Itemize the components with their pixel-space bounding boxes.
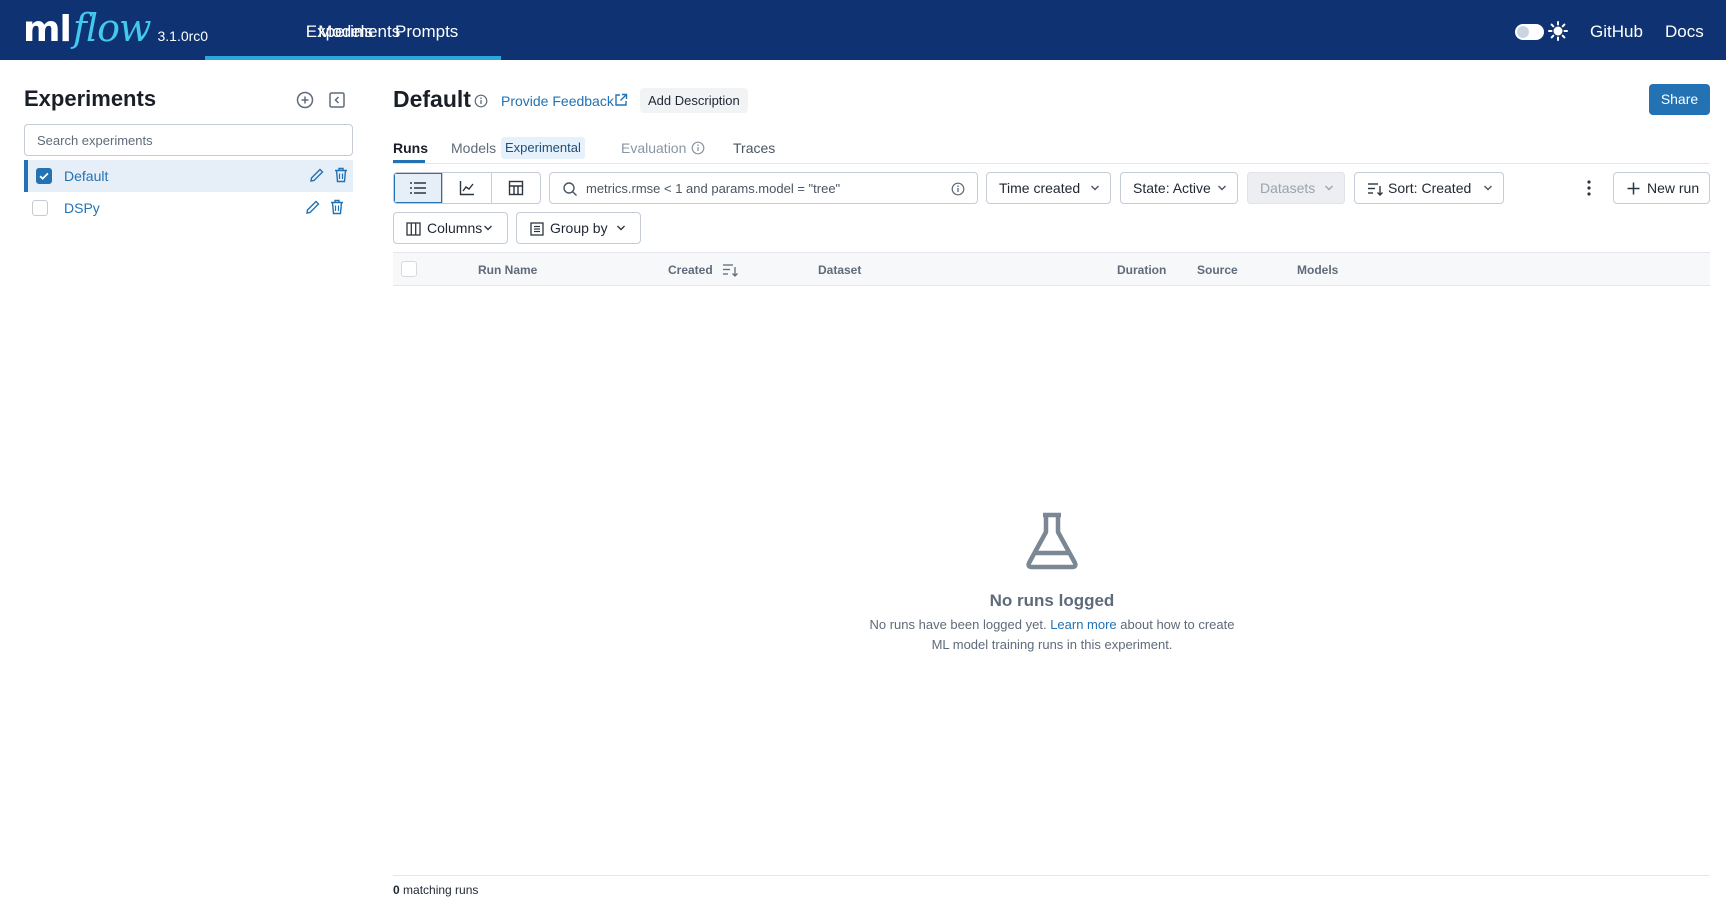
group-by-label: Group by (550, 220, 608, 236)
logo-flow-text: flow (72, 6, 152, 50)
empty-state-title: No runs logged (989, 591, 1115, 610)
list-icon (410, 182, 426, 194)
search-icon (563, 182, 577, 196)
line-chart-icon (459, 181, 474, 196)
chart-view-button[interactable] (443, 173, 492, 203)
sidebar-item-label: Default (64, 168, 109, 184)
column-source[interactable]: Source (1197, 263, 1238, 277)
tabs-divider (393, 163, 1710, 164)
tab-runs[interactable]: Runs (393, 140, 428, 156)
run-search-box (549, 172, 978, 204)
time-created-label: Time created (999, 180, 1081, 196)
sidebar-title: Experiments (24, 86, 157, 111)
add-circle-icon[interactable] (295, 90, 315, 110)
edit-pencil-icon[interactable] (308, 166, 326, 184)
tab-traces[interactable]: Traces (733, 140, 775, 156)
share-button[interactable]: Share (1649, 84, 1710, 115)
sun-icon[interactable] (1548, 21, 1568, 41)
datasets-label: Datasets (1260, 180, 1316, 196)
beaker-icon (1026, 512, 1078, 570)
tab-models[interactable]: Models (451, 140, 496, 156)
sidebar-item-dspy[interactable]: DSPy (24, 192, 353, 224)
table-view-button[interactable] (492, 173, 540, 203)
default-checkbox[interactable] (36, 168, 52, 184)
theme-toggle[interactable] (1515, 24, 1544, 40)
docs-link[interactable]: Docs (1665, 0, 1704, 60)
external-link-icon[interactable] (613, 92, 629, 108)
check-icon (39, 172, 49, 180)
column-created[interactable]: Created (668, 263, 713, 277)
sort-icon (1368, 183, 1383, 196)
time-created-dropdown[interactable]: Time created (986, 172, 1111, 204)
tab-evaluation: Evaluation (621, 140, 687, 156)
chevron-down-icon (1218, 185, 1226, 191)
chevron-down-icon (617, 225, 625, 231)
group-by-button[interactable]: Group by (516, 212, 641, 244)
columns-icon (406, 222, 421, 236)
logo-ml-text: ml (23, 9, 72, 50)
trash-icon[interactable] (332, 166, 350, 184)
page-title: Default (393, 86, 471, 112)
match-count-number: 0 (393, 883, 400, 897)
sort-descending-icon[interactable] (722, 263, 738, 277)
new-run-button[interactable]: New run (1613, 172, 1710, 204)
sort-label: Sort: Created (1388, 180, 1472, 196)
provide-feedback-link[interactable]: Provide Feedback (501, 93, 614, 109)
plus-icon (1627, 182, 1640, 195)
experimental-tag: Experimental (501, 137, 585, 159)
chevron-down-icon (1325, 185, 1333, 191)
info-icon[interactable] (474, 94, 488, 108)
sort-dropdown[interactable]: Sort: Created (1354, 172, 1504, 204)
empty-desc-before: No runs have been logged yet. (869, 617, 1047, 632)
evaluation-info-icon[interactable] (691, 141, 705, 155)
column-duration[interactable]: Duration (1117, 263, 1166, 277)
matching-runs-count: 0 matching runs (393, 883, 478, 897)
trash-icon[interactable] (328, 198, 346, 216)
empty-state-description: No runs have been logged yet. Learn more… (860, 615, 1244, 655)
datasets-dropdown: Datasets (1247, 172, 1345, 204)
nav-models[interactable]: Models (318, 0, 373, 60)
nav-prompts-label: Prompts (395, 22, 459, 41)
runs-table-header: Run Name Created Dataset Duration Source… (393, 252, 1710, 286)
table-icon (508, 180, 524, 196)
select-all-checkbox[interactable] (401, 261, 417, 277)
column-models[interactable]: Models (1297, 263, 1338, 277)
nav-models-label: Models (318, 22, 373, 41)
new-run-label: New run (1647, 180, 1700, 196)
dspy-checkbox[interactable] (32, 200, 48, 216)
match-count-suffix: matching runs (403, 883, 479, 897)
footer-divider (393, 875, 1710, 876)
mlflow-logo[interactable]: ml flow 3.1.0rc0 (23, 6, 208, 52)
chevron-down-icon (1484, 185, 1492, 191)
experiment-search-input[interactable] (24, 124, 353, 156)
sidebar-item-default[interactable]: Default (24, 160, 353, 192)
github-link[interactable]: GitHub (1590, 0, 1643, 60)
add-description-button[interactable]: Add Description (640, 88, 748, 113)
list-view-button[interactable] (394, 173, 443, 203)
state-label: State: Active (1133, 180, 1211, 196)
state-dropdown[interactable]: State: Active (1120, 172, 1238, 204)
run-search-input[interactable] (586, 173, 946, 203)
collapse-sidebar-icon[interactable] (327, 90, 347, 110)
column-run-name[interactable]: Run Name (478, 263, 537, 277)
chevron-down-icon (1091, 185, 1099, 191)
columns-button[interactable]: Columns (393, 212, 508, 244)
chevron-down-icon (484, 225, 492, 231)
top-navigation-bar: ml flow 3.1.0rc0 Experiments Models Prom… (0, 0, 1726, 60)
learn-more-link[interactable]: Learn more (1050, 617, 1116, 632)
view-mode-switch (393, 172, 541, 204)
column-dataset[interactable]: Dataset (818, 263, 861, 277)
columns-label: Columns (427, 220, 483, 236)
group-by-icon (530, 222, 544, 236)
nav-prompts[interactable]: Prompts (395, 0, 459, 60)
more-options-icon[interactable] (1586, 179, 1592, 197)
version-label: 3.1.0rc0 (157, 28, 209, 44)
sidebar-item-label: DSPy (64, 200, 100, 216)
edit-pencil-icon[interactable] (304, 198, 322, 216)
search-info-icon[interactable] (951, 182, 965, 196)
